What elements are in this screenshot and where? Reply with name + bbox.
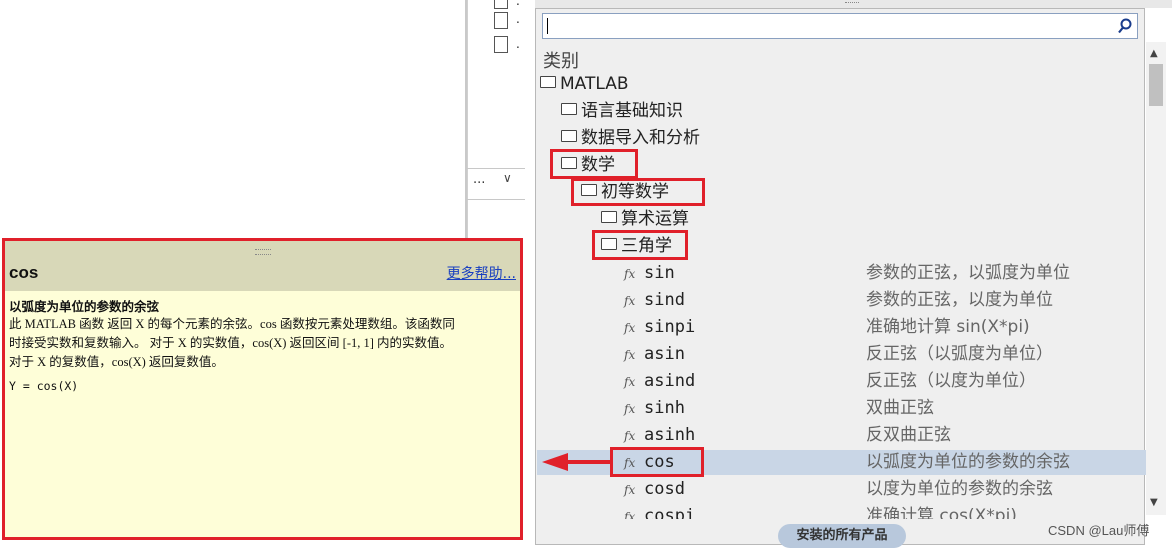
file-name[interactable]: . [516, 12, 520, 26]
file-icon [494, 12, 508, 29]
file-icon [494, 36, 508, 53]
annotation-box [571, 178, 705, 206]
function-name: asin [644, 344, 685, 364]
function-row[interactable]: fx cospi 准确计算 cos(X*pi) [624, 503, 1134, 519]
divider [467, 199, 525, 200]
function-description: 反双曲正弦 [866, 425, 951, 445]
folder-icon [561, 103, 577, 115]
category-heading: 类别 [543, 51, 579, 72]
resize-grip-icon[interactable] [255, 249, 271, 255]
function-row[interactable]: fx sinh 双曲正弦 [624, 395, 1134, 422]
file-icon [494, 0, 508, 9]
annotation-box [592, 230, 688, 260]
function-description: 反正弦（以弧度为单位） [866, 344, 1053, 364]
tree-folder-language[interactable]: 语言基础知识 [561, 98, 683, 125]
help-summary: 以弧度为单位的参数的余弦 [9, 299, 160, 314]
folder-open-icon [540, 76, 556, 88]
resize-grip-icon[interactable] [845, 2, 859, 6]
function-icon: fx [624, 510, 636, 519]
annotation-arrow-icon [542, 453, 610, 471]
function-icon: fx [624, 375, 636, 389]
function-description: 参数的正弦，以度为单位 [866, 290, 1053, 310]
help-description: 此 MATLAB 函数 返回 X 的每个元素的余弦。cos 函数按元素处理数组。… [9, 315, 519, 372]
file-name[interactable]: . [516, 37, 520, 51]
folder-label: 语言基础知识 [581, 101, 683, 121]
folder-label: MATLAB [560, 74, 629, 94]
tree-folder-matlab[interactable]: MATLAB [540, 71, 629, 98]
function-icon: fx [624, 429, 636, 443]
annotation-box [610, 447, 704, 477]
function-row[interactable]: fx sinpi 准确地计算 sin(X*pi) [624, 314, 1134, 341]
function-name: sinh [644, 398, 685, 418]
function-description: 以弧度为单位的参数的余弦 [866, 452, 1070, 472]
more-help-link[interactable]: 更多帮助... [447, 263, 516, 283]
annotation-box [550, 149, 638, 179]
products-filter-button[interactable]: 安装的所有产品 [778, 524, 906, 548]
function-name: sind [644, 290, 685, 310]
function-description: 以度为单位的参数的余弦 [866, 479, 1053, 499]
search-input[interactable] [542, 13, 1138, 39]
workspace-background [0, 0, 465, 240]
scroll-thumb[interactable] [1149, 64, 1163, 106]
function-row[interactable]: fx sind 参数的正弦，以度为单位 [624, 287, 1134, 314]
function-icon: fx [624, 348, 636, 362]
function-row[interactable]: fx asinh 反双曲正弦 [624, 422, 1134, 449]
help-header: cos 更多帮助... [5, 241, 520, 291]
dropdown-label: ... [473, 172, 486, 187]
help-description-line: 时接受实数和复数输入。 对于 X 的实数值，cos(X) 返回区间 [-1, 1… [9, 336, 453, 350]
folder-icon [601, 211, 617, 223]
help-syntax: Y = cos(X) [9, 379, 79, 393]
function-name: sinpi [644, 317, 696, 337]
function-description: 准确地计算 sin(X*pi) [866, 317, 1030, 337]
file-pane: . . . [467, 0, 526, 240]
function-browser: 类别 MATLAB 语言基础知识 数据导入和分析 数学 初等数学 算术运算 三角… [535, 0, 1172, 548]
tree-folder-arithmetic[interactable]: 算术运算 [601, 206, 689, 233]
function-row[interactable]: fx asind 反正弦（以度为单位） [624, 368, 1134, 395]
tree-folder-data-import[interactable]: 数据导入和分析 [561, 125, 700, 152]
search-icon[interactable] [1117, 17, 1133, 35]
vertical-scrollbar[interactable]: ▲ ▼ [1146, 42, 1166, 515]
watermark: CSDN @Lau师傅 [1048, 523, 1150, 538]
function-description: 双曲正弦 [866, 398, 934, 418]
function-row[interactable]: fx asin 反正弦（以弧度为单位） [624, 341, 1134, 368]
function-icon: fx [624, 402, 636, 416]
function-row[interactable]: fx sin 参数的正弦，以弧度为单位 [624, 260, 1134, 287]
function-help-popup: cos 更多帮助... 以弧度为单位的参数的余弦 此 MATLAB 函数 返回 … [2, 238, 523, 540]
function-icon: fx [624, 483, 636, 497]
scroll-up-icon[interactable]: ▲ [1150, 48, 1158, 59]
function-icon: fx [624, 321, 636, 335]
function-description: 反正弦（以度为单位） [866, 371, 1036, 391]
folder-label: 数据导入和分析 [581, 128, 700, 148]
file-dropdown[interactable]: ... ∨ [467, 170, 525, 200]
help-description-line: 此 MATLAB 函数 返回 X 的每个元素的余弦。cos 函数按元素处理数组。… [9, 317, 455, 331]
browser-frame: 类别 MATLAB 语言基础知识 数据导入和分析 数学 初等数学 算术运算 三角… [535, 8, 1146, 548]
scroll-down-icon[interactable]: ▼ [1150, 497, 1158, 508]
function-name: cosd [644, 479, 685, 499]
function-description: 参数的正弦，以弧度为单位 [866, 263, 1070, 283]
divider [467, 168, 525, 169]
function-icon: fx [624, 294, 636, 308]
function-row[interactable]: fx cosd 以度为单位的参数的余弦 [624, 476, 1134, 503]
folder-label: 算术运算 [621, 209, 689, 229]
chevron-down-icon[interactable]: ∨ [503, 171, 512, 185]
help-title: cos [9, 263, 39, 282]
function-icon: fx [624, 267, 636, 281]
browser-titlebar [535, 0, 1172, 8]
function-description: 准确计算 cos(X*pi) [866, 506, 1017, 519]
help-description-line: 对于 X 的复数值，cos(X) 返回复数值。 [9, 355, 224, 369]
file-name[interactable]: . [516, 0, 520, 8]
function-name: asind [644, 371, 696, 391]
folder-icon [561, 130, 577, 142]
text-caret [547, 18, 548, 34]
function-name: sin [644, 263, 675, 283]
function-name: cospi [644, 506, 696, 519]
function-name: asinh [644, 425, 696, 445]
